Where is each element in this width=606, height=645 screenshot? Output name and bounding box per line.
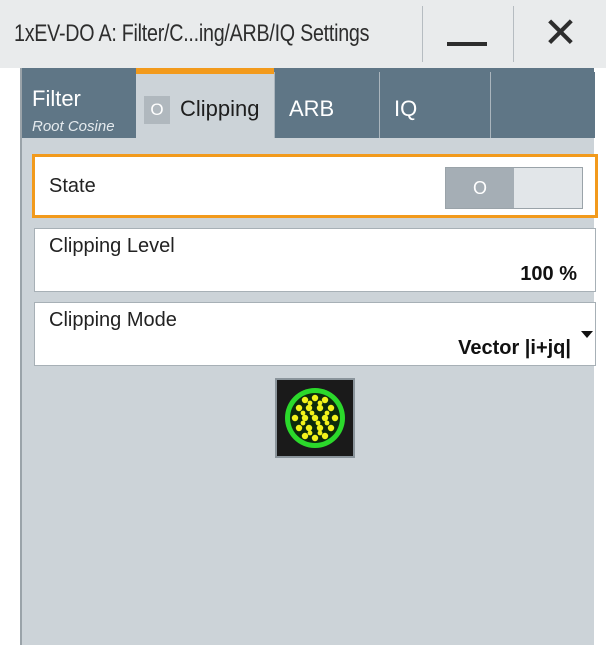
clipping-mode-value[interactable]: Vector |i+jq| <box>458 337 571 360</box>
active-tab-indicator <box>136 68 274 74</box>
clipping-state-indicator: O <box>144 96 170 124</box>
minimize-icon <box>447 42 487 46</box>
close-button[interactable]: ✕ <box>513 6 606 62</box>
clipping-level-row[interactable]: Clipping Level 100 % <box>34 228 596 292</box>
tab-filter-sublabel: Root Cosine <box>32 118 115 135</box>
clipping-mode-row[interactable]: Clipping Mode Vector |i+jq| <box>34 302 596 366</box>
dropdown-arrow-icon <box>581 331 593 338</box>
minimize-button[interactable] <box>422 6 513 62</box>
tab-filter[interactable]: Filter Root Cosine <box>22 72 134 138</box>
tab-bar: Filter Root Cosine O Clipping ARB IQ <box>22 68 595 138</box>
tab-iq[interactable]: IQ <box>379 72 490 138</box>
constellation-button[interactable] <box>275 378 355 458</box>
state-toggle-knob: O <box>446 168 514 208</box>
tab-clipping[interactable]: O Clipping <box>136 68 274 138</box>
clipping-mode-label: Clipping Mode <box>49 309 177 331</box>
tab-arb-label: ARB <box>289 96 335 121</box>
state-row[interactable]: State O <box>32 154 598 218</box>
state-toggle[interactable]: O <box>445 167 583 209</box>
title-bar: 1xEV-DO A: Filter/C...ing/ARB/IQ Setting… <box>0 0 606 68</box>
state-label: State <box>49 175 96 197</box>
close-icon: ✕ <box>542 9 579 56</box>
clipping-level-label: Clipping Level <box>49 235 175 257</box>
tab-bar-filler <box>490 72 595 138</box>
content-panel: Filter Root Cosine O Clipping ARB IQ Sta… <box>20 68 598 645</box>
tab-filter-label: Filter <box>32 86 81 111</box>
constellation-diagram-icon <box>285 388 345 448</box>
dialog-title: 1xEV-DO A: Filter/C...ing/ARB/IQ Setting… <box>14 20 370 47</box>
tab-clipping-label: Clipping <box>180 96 260 121</box>
clipping-level-value[interactable]: 100 % <box>520 263 577 286</box>
settings-dialog: 1xEV-DO A: Filter/C...ing/ARB/IQ Setting… <box>0 0 606 645</box>
tab-iq-label: IQ <box>394 96 418 121</box>
tab-arb[interactable]: ARB <box>274 72 379 138</box>
